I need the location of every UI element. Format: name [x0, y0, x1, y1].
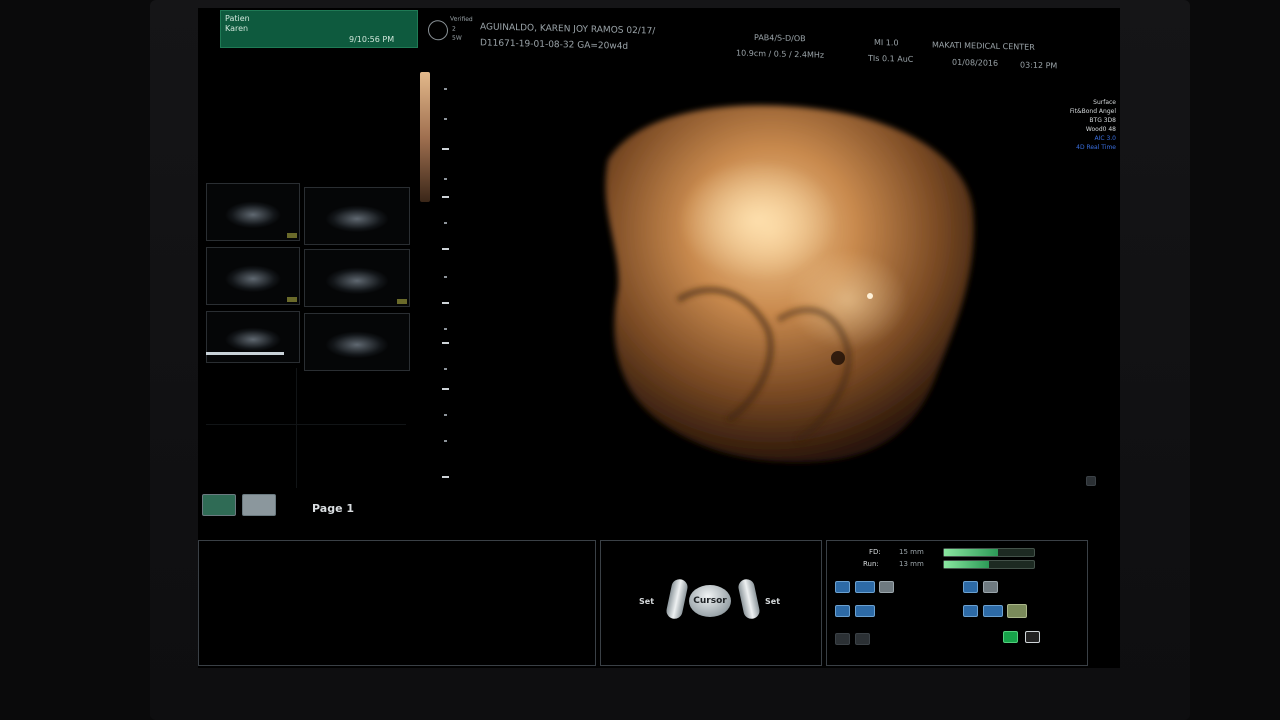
- set-left-label: Set: [639, 597, 655, 606]
- controls-panel: FD: 15 mm Run: 13 mm: [826, 540, 1088, 666]
- toolbar-icon[interactable]: [855, 581, 875, 593]
- logo-side-top: Verified: [450, 15, 473, 24]
- fd-value: 15 mm: [899, 548, 924, 556]
- patient-label: Patien: [225, 14, 250, 23]
- run-value: 13 mm: [899, 560, 924, 568]
- thumbnail-selected[interactable]: [206, 311, 300, 363]
- imaging-mode: 4D Real Time: [1076, 144, 1116, 151]
- thumbnail[interactable]: [206, 183, 300, 241]
- thumbnail-selection-bar: [206, 352, 284, 355]
- run-fill: [944, 561, 989, 568]
- bottom-panel-left: [198, 540, 596, 666]
- toolbar-icon[interactable]: [879, 581, 894, 593]
- settings-icon[interactable]: [835, 633, 850, 645]
- depth-ruler: [420, 72, 450, 492]
- fd-slider[interactable]: [943, 548, 1035, 557]
- page-next-button[interactable]: [242, 494, 276, 516]
- toolbar-icon[interactable]: [963, 581, 978, 593]
- thermal-index: TIs 0.1 AuC: [868, 53, 914, 64]
- phone-icon[interactable]: [1025, 631, 1040, 643]
- thumbnail[interactable]: [206, 247, 300, 305]
- patient-name-short: Karen: [225, 24, 249, 33]
- toolbar-icon[interactable]: [983, 581, 998, 593]
- thumbnail[interactable]: [304, 313, 410, 371]
- exam-preset: PAB4/S-D/OB: [754, 32, 806, 44]
- depth-freq: 10.9cm / 0.5 / 2.4MHz: [736, 48, 825, 60]
- toolbar-icon[interactable]: [835, 581, 850, 593]
- empty-thumbnail-slots: [206, 368, 416, 488]
- render-setting: Fit&Bond Angel: [1069, 108, 1116, 115]
- thumbnail-tag: [287, 297, 297, 302]
- render-setting: AIC 3.0: [1094, 135, 1116, 142]
- thumbnail[interactable]: [304, 249, 410, 307]
- patient-info-box[interactable]: Patien Karen 9/10:56 PM: [220, 10, 418, 48]
- patient-name: AGUINALDO, KAREN JOY RAMOS 02/17/: [480, 22, 656, 37]
- logo-side-bot: 5W: [452, 34, 462, 42]
- set-left-paddle[interactable]: [665, 577, 689, 621]
- render-setting: Surface: [1093, 99, 1116, 106]
- render-setting: Wood0 48: [1085, 126, 1116, 133]
- print-icon[interactable]: [1007, 604, 1027, 618]
- trackball-icon[interactable]: Cursor: [689, 585, 731, 617]
- fd-fill: [944, 549, 998, 556]
- exam-time: 03:12 PM: [1020, 60, 1058, 71]
- scan-header: Verified 2 5W AGUINALDO, KAREN JOY RAMOS…: [428, 16, 1120, 93]
- toolbar-icon[interactable]: [855, 633, 870, 645]
- page-label: Page 1: [312, 502, 355, 515]
- phone-icon[interactable]: [1003, 631, 1018, 643]
- render-corner-icon: [1086, 476, 1096, 486]
- run-slider[interactable]: [943, 560, 1035, 569]
- ultrasound-screen: Patien Karen 9/10:56 PM Verified 2 5W AG…: [198, 8, 1120, 668]
- toolbar-icon[interactable]: [963, 605, 978, 617]
- grayscale-bar: [420, 72, 430, 202]
- logo-icon: [428, 20, 448, 41]
- trackball-panel: Set Cursor Set: [600, 540, 822, 666]
- toolbar-icon[interactable]: [983, 605, 1003, 617]
- thumbnail-tag: [287, 233, 297, 238]
- thumbnail-tag: [397, 299, 407, 304]
- mechanical-index: MI 1.0: [874, 37, 899, 48]
- toolbar-icon[interactable]: [835, 605, 850, 617]
- page-prev-button[interactable]: [202, 494, 236, 516]
- set-right-paddle[interactable]: [737, 577, 761, 621]
- fetal-3d-render[interactable]: [578, 100, 998, 480]
- exam-date: 01/08/2016: [952, 57, 999, 68]
- patient-time: 9/10:56 PM: [349, 35, 395, 44]
- institution-name: MAKATI MEDICAL CENTER: [932, 40, 1035, 52]
- set-right-label: Set: [765, 597, 781, 606]
- render-setting: BTG 3D8: [1089, 117, 1116, 124]
- run-label: Run:: [863, 560, 879, 568]
- logo-side-mid: 2: [452, 25, 456, 33]
- thumbnail[interactable]: [304, 187, 410, 245]
- fd-label: FD:: [869, 548, 881, 556]
- trackball-label: Cursor: [693, 596, 727, 606]
- exam-id: D11671-19-01-08-32 GA=20w4d: [480, 38, 629, 52]
- toolbar-icon[interactable]: [855, 605, 875, 617]
